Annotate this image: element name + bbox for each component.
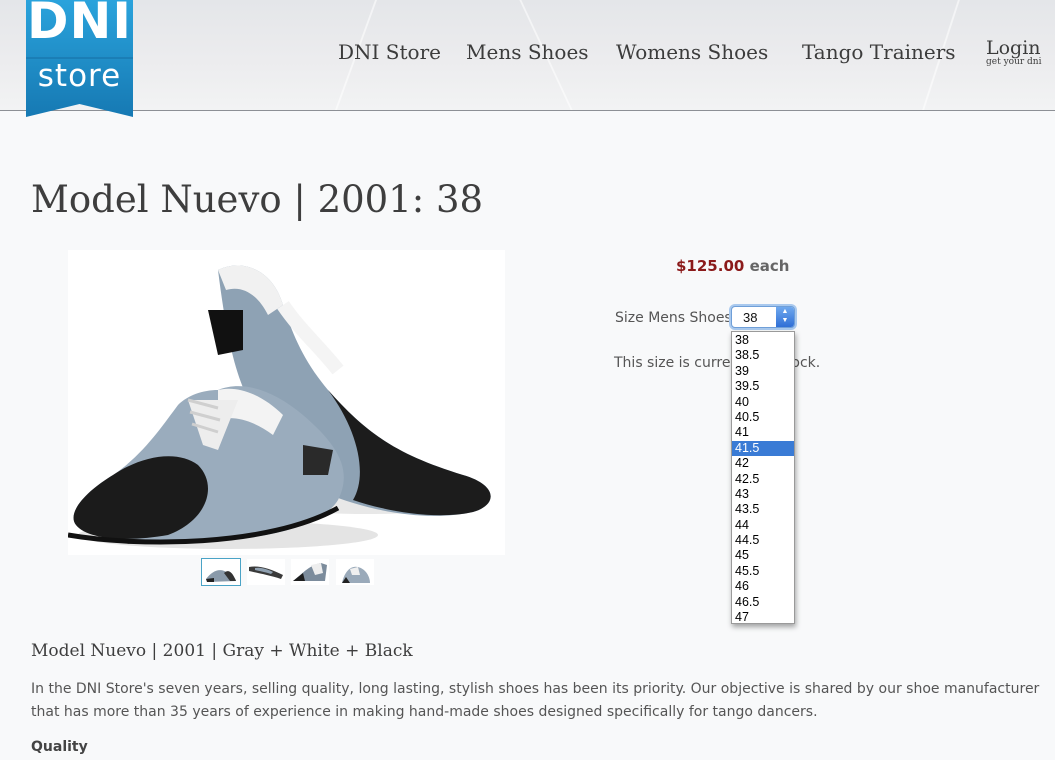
size-option[interactable]: 42 bbox=[732, 456, 794, 471]
size-dropdown-list[interactable]: 38 38.5 39 39.5 40 40.5 41 41.5 42 42.5 43 43.5 44 44… bbox=[731, 331, 795, 624]
size-option[interactable]: 46.5 bbox=[732, 595, 794, 610]
size-option[interactable]: 44 bbox=[732, 518, 794, 533]
logo-line1: DNI bbox=[27, 0, 132, 50]
size-option[interactable]: 38 bbox=[732, 333, 794, 348]
size-select[interactable]: 38 ▲ ▼ bbox=[731, 306, 795, 328]
size-select-value: 38 bbox=[743, 310, 758, 325]
nav-tango-trainers[interactable]: Tango Trainers bbox=[802, 40, 956, 64]
size-option[interactable]: 40.5 bbox=[732, 410, 794, 425]
size-option[interactable]: 41 bbox=[732, 425, 794, 440]
size-option[interactable]: 40 bbox=[732, 395, 794, 410]
shoe-pair-illustration bbox=[67, 265, 491, 549]
shoe-thumbnail-icon bbox=[293, 563, 327, 581]
product-image[interactable] bbox=[67, 250, 505, 555]
thumbnail-back-view[interactable] bbox=[291, 559, 329, 585]
logo-line2: store bbox=[37, 58, 122, 94]
description-title: Model Nuevo | 2001 | Gray + White + Blac… bbox=[31, 641, 413, 661]
price-unit: each bbox=[749, 257, 790, 275]
size-option[interactable]: 45.5 bbox=[732, 564, 794, 579]
thumbnail-side-view[interactable] bbox=[247, 559, 285, 585]
login-link[interactable]: Login get your dni bbox=[986, 37, 1041, 67]
size-option[interactable]: 39 bbox=[732, 364, 794, 379]
nav-mens-shoes[interactable]: Mens Shoes bbox=[466, 40, 589, 64]
thumbnail-front-view[interactable] bbox=[336, 559, 374, 585]
size-option[interactable]: 38.5 bbox=[732, 348, 794, 363]
shoe-thumbnail-icon bbox=[342, 566, 370, 583]
shoe-thumbnail-icon bbox=[206, 570, 236, 582]
select-stepper-icon: ▲ ▼ bbox=[776, 307, 794, 327]
size-option[interactable]: 44.5 bbox=[732, 533, 794, 548]
size-option[interactable]: 41.5 bbox=[732, 440, 794, 457]
size-option[interactable]: 43.5 bbox=[732, 502, 794, 517]
description-body: In the DNI Store's seven years, selling … bbox=[31, 681, 1040, 720]
login-sublabel: get your dni bbox=[986, 57, 1042, 67]
page-title: Model Nuevo | 2001: 38 bbox=[31, 178, 484, 221]
shoe-thumbnail-icon bbox=[249, 566, 283, 579]
price: $125.00 each bbox=[676, 257, 789, 275]
login-label: Login bbox=[986, 37, 1041, 59]
size-option[interactable]: 46 bbox=[732, 579, 794, 594]
price-amount: $125.00 bbox=[676, 257, 745, 275]
dni-store-logo[interactable]: DNI store bbox=[26, 0, 133, 117]
size-option[interactable]: 45 bbox=[732, 548, 794, 563]
quality-heading: Quality bbox=[31, 739, 88, 755]
site-header: DNI Store Mens Shoes Womens Shoes Tango … bbox=[0, 0, 1055, 111]
nav-dni-store[interactable]: DNI Store bbox=[338, 40, 441, 64]
size-option[interactable]: 42.5 bbox=[732, 472, 794, 487]
size-option[interactable]: 43 bbox=[732, 487, 794, 502]
thumbnail-pair-view[interactable] bbox=[201, 558, 241, 586]
size-option[interactable]: 39.5 bbox=[732, 379, 794, 394]
size-option[interactable]: 47 bbox=[732, 610, 794, 625]
size-label: Size Mens Shoes bbox=[615, 310, 732, 326]
nav-womens-shoes[interactable]: Womens Shoes bbox=[616, 40, 768, 64]
